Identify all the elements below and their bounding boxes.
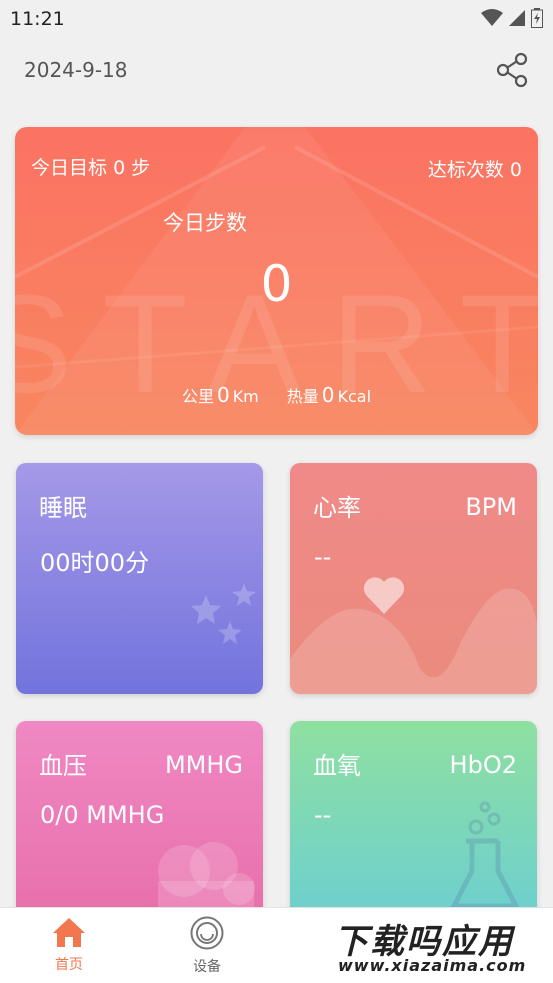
- watermark-logo: 下载吗应用 www.xiazaima.com: [330, 910, 550, 980]
- heart-rate-value: --: [314, 543, 332, 571]
- status-time: 11:21: [10, 8, 65, 30]
- hits-label: 达标次数: [427, 159, 504, 181]
- sleep-value: 00时00分: [40, 549, 150, 577]
- status-bar: 11:21: [0, 0, 553, 38]
- distance-value: 0: [216, 383, 230, 407]
- calories-value: 0: [321, 383, 335, 407]
- blood-pressure-unit: MMHG: [164, 751, 243, 779]
- date-label: 2024-9-18: [24, 58, 128, 82]
- distance-unit: Km: [232, 387, 259, 406]
- sleep-title: 睡眠: [39, 494, 87, 522]
- blood-pressure-title: 血压: [39, 752, 87, 780]
- blood-oxygen-title: 血氧: [313, 752, 361, 780]
- steps-card[interactable]: START 今日目标 0 步 达标次数 0 今日步数 0 公里 0 Km 热量 0 Kca…: [15, 127, 538, 435]
- status-icons: [481, 8, 543, 28]
- goal-label: 今日目标: [31, 157, 108, 179]
- tab-home[interactable]: 首页: [24, 916, 114, 974]
- today-steps-label: 今日步数: [163, 211, 247, 235]
- tab-device-label: 设备: [193, 959, 221, 975]
- calories-unit: Kcal: [337, 387, 372, 406]
- header: 2024-9-18: [0, 40, 553, 104]
- heart-icon: [363, 577, 405, 614]
- blood-oxygen-tile[interactable]: 血氧 HbO2 --: [290, 721, 537, 921]
- device-icon: [190, 916, 224, 950]
- tab-home-label: 首页: [55, 957, 83, 973]
- goal-value: 0: [113, 157, 126, 179]
- daily-goal: 今日目标 0 步: [31, 153, 150, 180]
- blood-pressure-value: 0/0 MMHG: [40, 801, 165, 829]
- calories-label: 热量: [286, 387, 319, 406]
- watermark-url: www.xiazaima.com: [338, 956, 527, 975]
- battery-icon: [531, 8, 543, 28]
- goal-unit: 步: [131, 157, 151, 179]
- step-count: 0: [260, 255, 293, 313]
- heart-rate-wave: [290, 588, 537, 694]
- share-icon: [496, 52, 528, 88]
- share-button[interactable]: [495, 52, 531, 88]
- blood-pressure-tile[interactable]: 血压 MMHG 0/0 MMHG: [16, 721, 263, 921]
- distance-label: 公里: [181, 387, 214, 406]
- heart-rate-unit: BPM: [465, 493, 517, 521]
- heart-rate-tile[interactable]: 心率 BPM --: [290, 463, 537, 694]
- blood-oxygen-unit: HbO2: [449, 751, 517, 779]
- hits-value: 0: [509, 159, 522, 181]
- sleep-tile[interactable]: 睡眠 00时00分: [16, 463, 263, 694]
- home-icon: [53, 918, 85, 947]
- signal-icon: [509, 10, 525, 26]
- distance-calories-row: 公里 0 Km 热量 0 Kcal: [15, 383, 538, 407]
- blood-oxygen-value: --: [314, 801, 332, 829]
- goal-hits: 达标次数 0: [428, 155, 522, 182]
- flask-icon: [449, 801, 521, 909]
- heart-rate-title: 心率: [313, 494, 361, 522]
- moon-stars-icon: [168, 579, 256, 681]
- wifi-icon: [481, 9, 503, 26]
- tab-device[interactable]: 设备: [162, 916, 252, 976]
